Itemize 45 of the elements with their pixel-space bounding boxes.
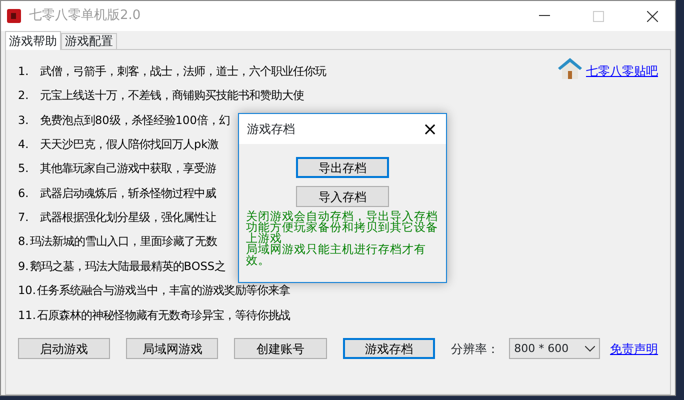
dialog-note: 关闭游戏会自动存档，导出导入存档功能方便玩家备份和拷贝到其它设备上游戏 <box>245 211 439 244</box>
help-text: 免费泡点到80级，杀怪经验100倍，幻 <box>40 112 230 128</box>
action-button[interactable]: 局域网游戏 <box>126 338 218 360</box>
item-number: 8. <box>18 234 29 250</box>
minimize-icon <box>538 15 550 17</box>
item-number: 1. <box>18 64 30 80</box>
item-number: 6. <box>18 186 30 202</box>
maximize-icon <box>592 10 604 22</box>
item-number: 10. <box>18 283 36 300</box>
help-text: 任务系统融合与游戏当中，丰富的游戏奖励等你来拿 <box>36 283 290 300</box>
action-button[interactable]: 创建账号 <box>234 338 327 360</box>
tab[interactable]: 游戏配置 <box>61 33 117 49</box>
help-text: 鹅玛之墓，玛法大陆最最精英的BOSS之 <box>30 258 226 275</box>
app-icon <box>7 9 21 23</box>
help-text: 石原森林的神秘怪物藏有无数奇珍异宝，等待你挑战 <box>36 308 290 324</box>
resolution-label: 分辨率： <box>451 340 500 358</box>
help-text: 其他靠玩家自己游戏中获取，享受游 <box>40 161 216 178</box>
item-number: 4. <box>18 136 30 153</box>
help-text: 武器启动魂炼后，斩杀怪物过程中威 <box>40 186 216 202</box>
dialog-note: 局域网游戏只能主机进行存档才有效。 <box>245 244 427 266</box>
item-number: 5. <box>18 161 30 178</box>
help-text: 武僧，弓箭手，刺客，战士，法师，道士，六个职业任你玩 <box>40 64 326 80</box>
help-text: 天天沙巴克，假人陪你找回万人pk激 <box>40 136 219 153</box>
chevron-down-icon <box>585 346 596 352</box>
close-button[interactable]: × <box>414 114 446 144</box>
help-text: 武器根据强化划分星级，强化属性让 <box>40 210 216 226</box>
dialog-button[interactable]: 导入存档 <box>296 186 389 207</box>
help-text: 玛法新城的雪山入口，里面珍藏了无数 <box>30 234 217 250</box>
tab[interactable]: 游戏帮助 <box>5 31 61 50</box>
help-text: 元宝上线送十万，不差钱，商铺购买技能书和赞助大使 <box>40 88 304 104</box>
item-number: 11. <box>18 308 36 324</box>
close-icon <box>646 10 658 22</box>
item-number: 3. <box>18 112 30 128</box>
resolution-dropdown[interactable]: 800 * 600 <box>509 338 600 360</box>
item-number: 7. <box>18 210 30 226</box>
action-button[interactable]: 游戏存档 <box>342 338 436 360</box>
dialog-title: 游戏存档 <box>247 121 295 138</box>
action-button[interactable]: 启动游戏 <box>18 338 110 360</box>
disclaimer-link[interactable]: 免责声明 <box>610 340 658 358</box>
home-icon <box>558 58 582 80</box>
item-number: 2. <box>18 88 30 104</box>
forum-link[interactable]: 七零八零贴吧 <box>586 62 658 80</box>
dialog-button[interactable]: 导出存档 <box>296 157 389 178</box>
window-title: 七零八零单机版2.0 <box>29 7 142 26</box>
item-number: 9. <box>18 258 29 275</box>
